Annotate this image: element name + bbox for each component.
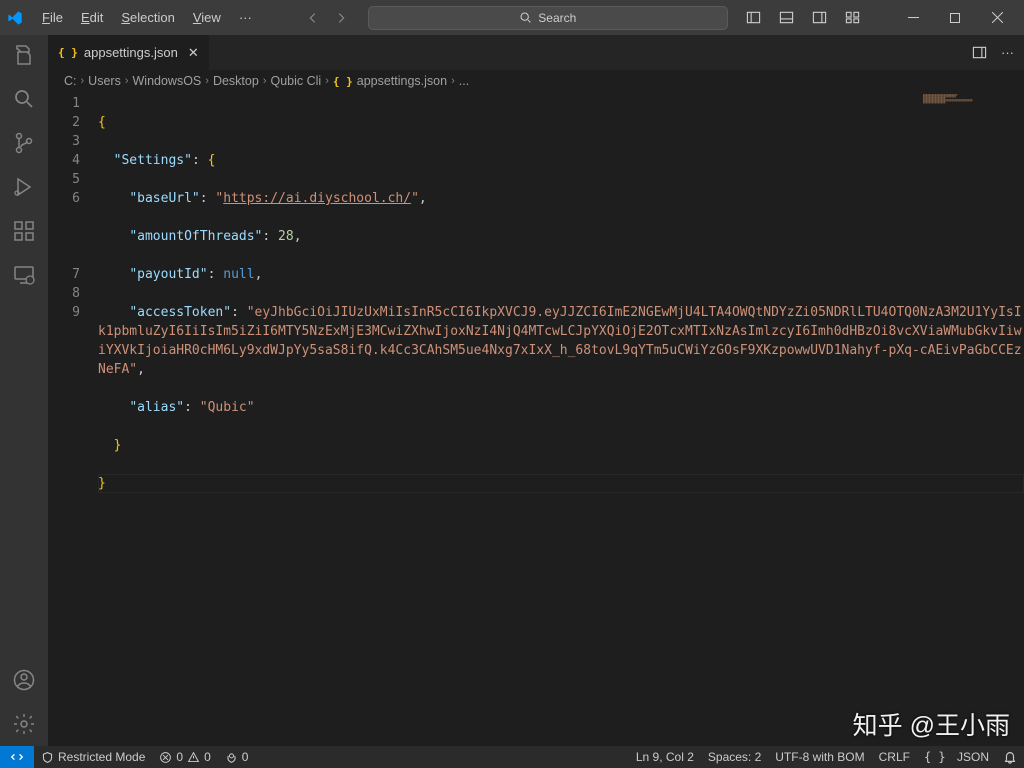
titlebar: File Edit Selection View ··· Search: [0, 0, 1024, 35]
split-editor-icon[interactable]: [972, 45, 987, 60]
explorer-icon[interactable]: [12, 43, 36, 67]
layout-custom-icon[interactable]: [845, 10, 860, 25]
indentation[interactable]: Spaces: 2: [701, 746, 768, 768]
accounts-icon[interactable]: [12, 668, 36, 692]
watermark: 知乎 @王小雨: [853, 706, 1010, 742]
menu-view[interactable]: View: [185, 6, 229, 29]
code-area[interactable]: 1 2 3 4 5 6 7 8 9 { "Settings": { "baseU…: [48, 92, 1024, 746]
code-content[interactable]: { "Settings": { "baseUrl": "https://ai.d…: [98, 92, 1024, 746]
ports[interactable]: 0: [218, 746, 256, 768]
base-url-link[interactable]: https://ai.diyschool.ch/: [223, 191, 411, 206]
language-mode[interactable]: { } JSON: [917, 746, 996, 768]
notifications-icon[interactable]: [996, 746, 1024, 768]
minimap[interactable]: ▓▓▓▓▓▓▓▓▓▓▓▓▓▓▓▓▓▓▓▓▓▓▓▓▓▓▓▓▓▓▓▓▓▓▓▓▓▓▓▓…: [923, 94, 1018, 124]
settings-gear-icon[interactable]: [12, 712, 36, 736]
bc-seg[interactable]: Users: [88, 74, 121, 88]
statusbar: Restricted Mode 0 0 0 Ln 9, Col 2 Spaces…: [0, 746, 1024, 768]
breadcrumb[interactable]: C:› Users› WindowsOS› Desktop› Qubic Cli…: [48, 70, 1024, 92]
tab-appsettings[interactable]: { } appsettings.json ✕: [48, 35, 210, 70]
tab-close-icon[interactable]: ✕: [188, 45, 199, 61]
chevron-right-icon: ›: [451, 75, 455, 87]
chevron-right-icon: ›: [125, 75, 129, 87]
chevron-right-icon: ›: [263, 75, 267, 87]
nav-arrows: [304, 9, 350, 27]
activity-bar: [0, 35, 48, 746]
command-search-box[interactable]: Search: [368, 6, 728, 30]
chevron-right-icon: ›: [81, 75, 85, 87]
problems[interactable]: 0 0: [152, 746, 217, 768]
tab-title: appsettings.json: [84, 45, 178, 60]
menu-selection[interactable]: Selection: [113, 6, 182, 29]
chevron-right-icon: ›: [205, 75, 209, 87]
layout-sidebar-right-icon[interactable]: [812, 10, 827, 25]
maximize-icon[interactable]: [934, 0, 976, 35]
extensions-icon[interactable]: [12, 219, 36, 243]
json-file-icon: { }: [333, 75, 353, 88]
line-numbers: 1 2 3 4 5 6 7 8 9: [48, 92, 98, 746]
menu-more[interactable]: ···: [231, 6, 260, 29]
remote-explorer-icon[interactable]: [12, 263, 36, 287]
cursor-position[interactable]: Ln 9, Col 2: [629, 746, 701, 768]
close-icon[interactable]: [976, 0, 1018, 35]
editor: { } appsettings.json ✕ ··· C:› Users› Wi…: [48, 35, 1024, 746]
search-icon[interactable]: [12, 87, 36, 111]
window-controls: [892, 0, 1018, 35]
bc-seg[interactable]: WindowsOS: [133, 74, 202, 88]
bc-seg[interactable]: Qubic Cli: [270, 74, 321, 88]
bc-seg[interactable]: appsettings.json: [357, 74, 447, 88]
layout-sidebar-left-icon[interactable]: [746, 10, 761, 25]
encoding[interactable]: UTF-8 with BOM: [768, 746, 871, 768]
json-file-icon: { }: [58, 46, 78, 59]
restricted-mode[interactable]: Restricted Mode: [34, 746, 152, 768]
menu-bar: File Edit Selection View ···: [34, 6, 260, 29]
main-area: { } appsettings.json ✕ ··· C:› Users› Wi…: [0, 35, 1024, 746]
remote-indicator[interactable]: [0, 746, 34, 768]
vscode-logo-icon: [6, 9, 24, 27]
minimize-icon[interactable]: [892, 0, 934, 35]
run-debug-icon[interactable]: [12, 175, 36, 199]
menu-file[interactable]: File: [34, 6, 71, 29]
chevron-right-icon: ›: [325, 75, 329, 87]
search-placeholder: Search: [538, 11, 576, 25]
tab-more-icon[interactable]: ···: [1001, 45, 1014, 60]
layout-controls: [746, 10, 860, 25]
tabs-row: { } appsettings.json ✕ ···: [48, 35, 1024, 70]
source-control-icon[interactable]: [12, 131, 36, 155]
bc-seg[interactable]: Desktop: [213, 74, 259, 88]
nav-back-icon[interactable]: [304, 9, 322, 27]
bc-seg[interactable]: ...: [459, 74, 469, 88]
bc-seg[interactable]: C:: [64, 74, 77, 88]
eol[interactable]: CRLF: [872, 746, 917, 768]
menu-edit[interactable]: Edit: [73, 6, 111, 29]
nav-forward-icon[interactable]: [332, 9, 350, 27]
layout-panel-icon[interactable]: [779, 10, 794, 25]
